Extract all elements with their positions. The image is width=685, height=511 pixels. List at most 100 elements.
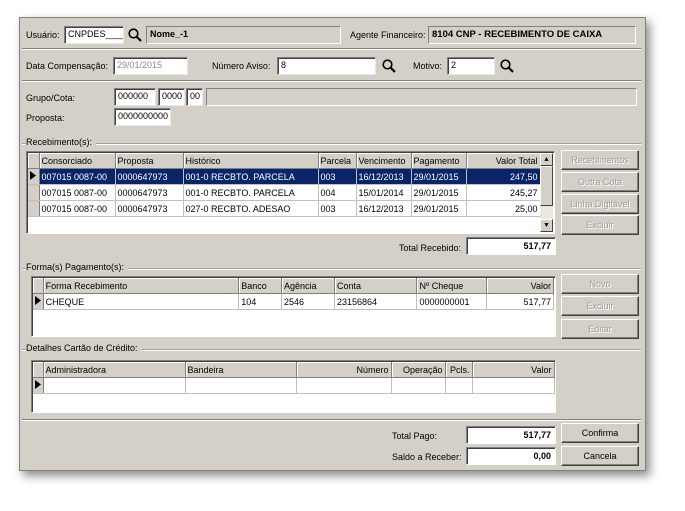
cell-proposta[interactable]: 0000647973	[115, 184, 184, 201]
col-parcelas[interactable]: Pcls.	[445, 362, 473, 378]
cell-proposta[interactable]: 0000647973	[115, 200, 184, 217]
search-icon[interactable]	[127, 27, 143, 43]
scroll-down-icon[interactable]: ▼	[540, 219, 553, 232]
cell-parcela[interactable]: 004	[318, 184, 357, 201]
cota-field[interactable]: 0000	[158, 88, 185, 106]
cell-parcelas[interactable]	[445, 377, 473, 394]
confirma-button[interactable]: Confirma	[561, 423, 639, 443]
cell-consorciado[interactable]: 007015 0087-00	[39, 184, 116, 201]
cell-operacao[interactable]	[391, 377, 446, 394]
proposta-field[interactable]: 0000000000	[114, 108, 171, 126]
search-icon[interactable]	[381, 58, 397, 74]
col-proposta[interactable]: Proposta	[115, 153, 184, 169]
cell-valor-total[interactable]: 245,27	[466, 184, 541, 201]
corner-cell	[33, 362, 44, 378]
col-valor[interactable]: Valor	[486, 278, 555, 294]
cell-historico[interactable]: 027-0 RECBTO. ADESAO	[183, 200, 319, 217]
motivo-field[interactable]: 2	[447, 57, 495, 75]
excluir-recebimento-button[interactable]: Excluir	[561, 215, 639, 235]
divider	[22, 419, 641, 421]
formas-section-label: Forma(s) Pagamento(s):	[26, 262, 129, 272]
cell-proposta[interactable]: 0000647973	[115, 168, 184, 185]
novo-button[interactable]: Novo	[561, 274, 639, 294]
cell-bandeira[interactable]	[185, 377, 297, 394]
total-pago-value: 517,77	[466, 426, 556, 444]
excluir-forma-button[interactable]: Excluir	[561, 296, 639, 316]
cell-consorciado[interactable]: 007015 0087-00	[39, 200, 116, 217]
numero-aviso-field[interactable]: 8	[277, 57, 376, 75]
total-pago-label: Total Pago:	[392, 431, 438, 441]
cell-pagamento[interactable]: 29/01/2015	[411, 168, 467, 185]
saldo-label: Saldo a Receber:	[392, 452, 462, 462]
header-row: Administradora Bandeira Número Operação …	[33, 362, 555, 378]
editar-button[interactable]: Editar	[561, 319, 639, 339]
linha-digitavel-button[interactable]: Linha Digitável	[561, 194, 639, 214]
col-pagamento[interactable]: Pagamento	[411, 153, 467, 169]
table-row[interactable]: 007015 0087-00 0000647973 001-0 RECBTO. …	[28, 184, 541, 201]
cell-consorciado[interactable]: 007015 0087-00	[39, 168, 116, 185]
cell-valor[interactable]	[472, 377, 555, 394]
col-forma-recebimento[interactable]: Forma Recebimento	[43, 278, 240, 294]
cell-pagamento[interactable]: 29/01/2015	[411, 184, 467, 201]
scroll-thumb[interactable]	[540, 166, 553, 206]
cell-pagamento[interactable]: 29/01/2015	[411, 200, 467, 217]
cell-administradora[interactable]	[43, 377, 186, 394]
col-numero[interactable]: Número	[296, 362, 392, 378]
data-compensacao-field[interactable]: 29/01/2015	[113, 57, 188, 75]
cell-parcela[interactable]: 003	[318, 168, 357, 185]
cell-conta[interactable]: 23156864	[334, 293, 418, 310]
numero-aviso-label: Número Aviso:	[212, 61, 271, 71]
cancela-button[interactable]: Cancela	[561, 446, 639, 466]
cell-valor-total[interactable]: 25,00	[466, 200, 541, 217]
grupo-cota-label: Grupo/Cota:	[26, 93, 76, 103]
table-row[interactable]: 007015 0087-00 0000647973 001-0 RECBTO. …	[28, 168, 541, 185]
cell-banco[interactable]: 104	[238, 293, 282, 310]
col-historico[interactable]: Histórico	[183, 153, 319, 169]
cell-vencimento[interactable]: 15/01/2014	[356, 184, 412, 201]
cartao-section-label: Detalhes Cartão de Crédito:	[26, 343, 142, 353]
outra-cota-button[interactable]: Outra Cota	[561, 172, 639, 192]
col-consorciado[interactable]: Consorciado	[39, 153, 116, 169]
cell-valor[interactable]: 517,77	[486, 293, 555, 310]
corner-cell	[28, 153, 40, 169]
col-conta[interactable]: Conta	[334, 278, 418, 294]
cell-parcela[interactable]: 003	[318, 200, 357, 217]
col-administradora[interactable]: Administradora	[43, 362, 186, 378]
grupo-field[interactable]: 000000	[114, 88, 156, 106]
col-numero-cheque[interactable]: Nº Cheque	[416, 278, 487, 294]
col-parcela[interactable]: Parcela	[318, 153, 357, 169]
cell-agencia[interactable]: 2546	[281, 293, 335, 310]
cell-vencimento[interactable]: 16/12/2013	[356, 168, 412, 185]
recebimentos-grid: Consorciado Proposta Histórico Parcela V…	[26, 151, 555, 234]
cell-historico[interactable]: 001-0 RECBTO. PARCELA	[183, 184, 319, 201]
search-icon[interactable]	[499, 58, 515, 74]
cartao-table: Administradora Bandeira Número Operação …	[33, 362, 555, 394]
saldo-value: 0,00	[466, 447, 556, 465]
recebimentos-button[interactable]: Recebimentos	[561, 150, 639, 170]
cell-valor-total[interactable]: 247,50	[466, 168, 541, 185]
col-vencimento[interactable]: Vencimento	[356, 153, 412, 169]
table-row[interactable]: CHEQUE 104 2546 23156864 0000000001 517,…	[33, 293, 555, 310]
scroll-up-icon[interactable]: ▲	[540, 153, 553, 166]
col-valor-total[interactable]: Valor Total	[466, 153, 541, 169]
cell-vencimento[interactable]: 16/12/2013	[356, 200, 412, 217]
row-indicator-icon	[33, 377, 44, 394]
row-indicator-icon	[28, 168, 40, 185]
dialog-window: Usuário: CNPDES____ Nome_-1 Agente Finan…	[19, 17, 646, 471]
col-agencia[interactable]: Agência	[281, 278, 335, 294]
digito-field[interactable]: 00	[186, 88, 203, 106]
formas-table: Forma Recebimento Banco Agência Conta Nº…	[33, 278, 555, 310]
table-row[interactable]: 007015 0087-00 0000647973 027-0 RECBTO. …	[28, 200, 541, 217]
cell-historico[interactable]: 001-0 RECBTO. PARCELA	[183, 168, 319, 185]
cell-cheque[interactable]: 0000000001	[416, 293, 487, 310]
usuario-field[interactable]: CNPDES____	[64, 26, 124, 44]
cell-forma[interactable]: CHEQUE	[43, 293, 240, 310]
col-operacao[interactable]: Operação	[391, 362, 446, 378]
table-row[interactable]	[33, 377, 555, 394]
col-bandeira[interactable]: Bandeira	[185, 362, 297, 378]
vertical-scrollbar[interactable]: ▲ ▼	[540, 153, 553, 232]
total-recebido-value: 517,77	[466, 237, 556, 255]
col-banco[interactable]: Banco	[238, 278, 282, 294]
col-valor[interactable]: Valor	[472, 362, 555, 378]
cell-numero[interactable]	[296, 377, 392, 394]
